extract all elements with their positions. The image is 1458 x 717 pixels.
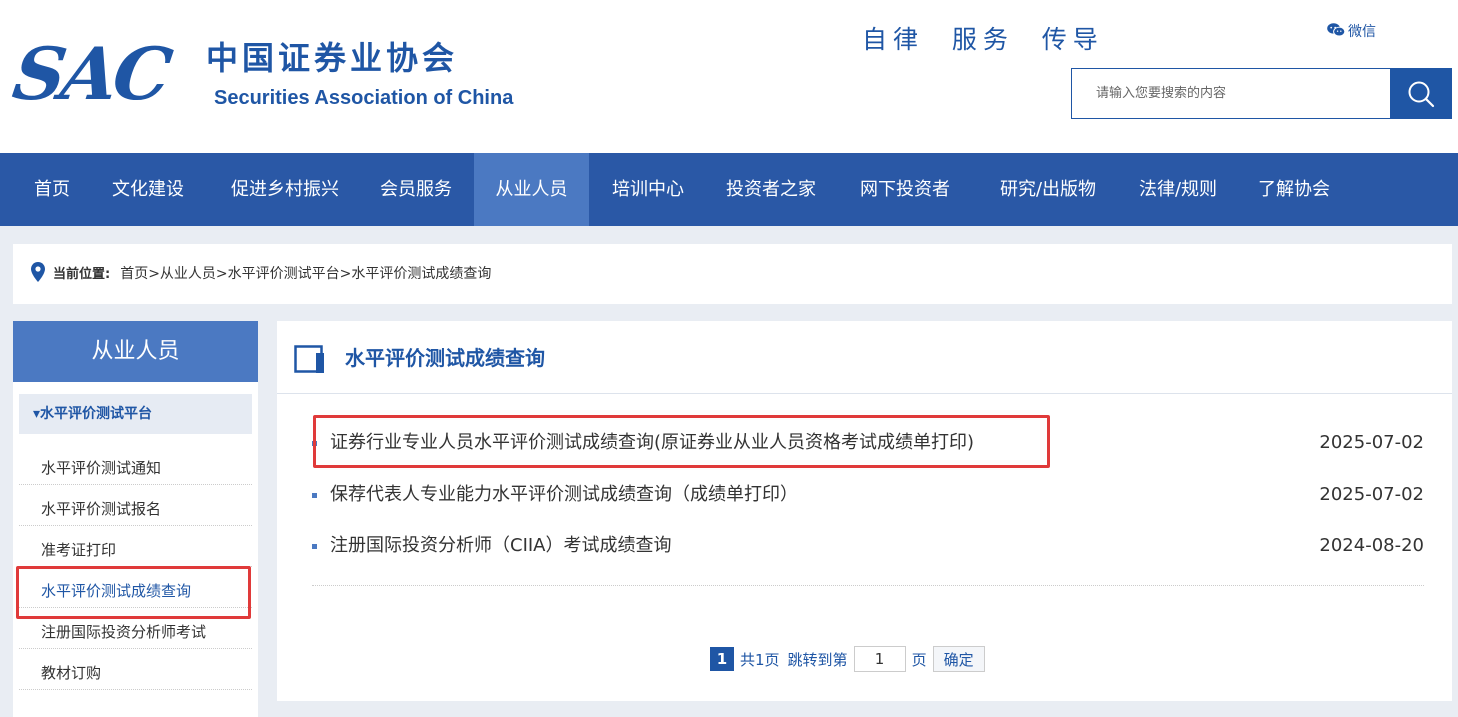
jump-label: 跳转到第 (787, 650, 848, 669)
logo-mark[interactable]: SAC (8, 31, 173, 116)
bullet-icon (312, 544, 317, 549)
sidebar-item-score-query[interactable]: 水平评价测试成绩查询 (19, 567, 252, 608)
sidebar-item-test-notice[interactable]: 水平评价测试通知 (19, 444, 252, 485)
nav-item-investors[interactable]: 投资者之家 (708, 153, 834, 226)
page-unit: 页 (911, 650, 927, 669)
list-item[interactable]: 保荐代表人专业能力水平评价测试成绩查询（成绩单打印） 2025-07-02 (312, 480, 1424, 510)
site-header: SAC 中国证券业协会 Securities Association of Ch… (0, 0, 1458, 153)
confirm-button[interactable]: 确定 (932, 646, 985, 672)
breadcrumb: 当前位置: 首页>从业人员>水平评价测试平台>水平评价测试成绩查询 (13, 244, 1452, 304)
search-button[interactable] (1390, 68, 1452, 119)
list-item-title[interactable]: 保荐代表人专业能力水平评价测试成绩查询（成绩单打印） (330, 480, 798, 510)
list-item-title[interactable]: 注册国际投资分析师（CIIA）考试成绩查询 (330, 531, 672, 561)
nav-item-culture[interactable]: 文化建设 (90, 153, 206, 226)
logo-english-name[interactable]: Securities Association of China (214, 86, 513, 110)
list-item-date: 2024-08-20 (1319, 535, 1424, 556)
sidebar-item-ciia-exam[interactable]: 注册国际投资分析师考试 (19, 608, 252, 649)
total-pages: 共1页 (740, 650, 780, 669)
list-item[interactable]: 注册国际投资分析师（CIIA）考试成绩查询 2024-08-20 (312, 531, 1424, 561)
current-page[interactable]: 1 (710, 647, 734, 671)
logo-chinese-name[interactable]: 中国证券业协会 (206, 40, 458, 76)
wechat-label: 微信 (1348, 24, 1376, 40)
pagination: 1 共1页 跳转到第 页 确定 (710, 646, 985, 672)
content-header: 水平评价测试成绩查询 (277, 321, 1452, 394)
section-box-icon (294, 345, 324, 373)
nav-item-home[interactable]: 首页 (18, 153, 86, 226)
sidebar-item-textbook-order[interactable]: 教材订购 (19, 649, 252, 690)
nav-item-member-service[interactable]: 会员服务 (362, 153, 470, 226)
list-item[interactable]: 证券行业专业人员水平评价测试成绩查询(原证券业从业人员资格考试成绩单打印) 20… (312, 428, 1424, 458)
main-nav: 首页 文化建设 促进乡村振兴 会员服务 从业人员 培训中心 投资者之家 网下投资… (0, 153, 1458, 226)
list-divider (312, 585, 1424, 586)
breadcrumb-label: 当前位置: (53, 267, 111, 282)
list-item-title[interactable]: 证券行业专业人员水平评价测试成绩查询(原证券业从业人员资格考试成绩单打印) (330, 428, 974, 458)
slogan: 自律 服务 传导 (862, 25, 1104, 54)
nav-item-offline-investors[interactable]: 网下投资者 (842, 153, 968, 226)
nav-item-rural[interactable]: 促进乡村振兴 (210, 153, 360, 226)
breadcrumb-path[interactable]: 首页>从业人员>水平评价测试平台>水平评价测试成绩查询 (120, 266, 491, 282)
search-input[interactable] (1071, 68, 1391, 119)
sidebar: 从业人员 ▾水平评价测试平台 水平评价测试通知 水平评价测试报名 准考证打印 水… (13, 321, 258, 717)
list-item-date: 2025-07-02 (1319, 484, 1424, 505)
list-item-date: 2025-07-02 (1319, 432, 1424, 453)
sidebar-list: 水平评价测试通知 水平评价测试报名 准考证打印 水平评价测试成绩查询 注册国际投… (19, 444, 252, 690)
wechat-link[interactable]: 微信 (1326, 22, 1376, 42)
sidebar-group-test-platform[interactable]: ▾水平评价测试平台 (19, 394, 252, 434)
nav-item-research[interactable]: 研究/出版物 (978, 153, 1118, 226)
bullet-icon (312, 441, 317, 446)
sidebar-title: 从业人员 (13, 321, 258, 382)
search-icon (1408, 81, 1435, 107)
sidebar-item-admission-print[interactable]: 准考证打印 (19, 526, 252, 567)
page-number-input[interactable] (853, 646, 906, 672)
nav-item-practitioners[interactable]: 从业人员 (474, 153, 589, 226)
content-panel: 水平评价测试成绩查询 证券行业专业人员水平评价测试成绩查询(原证券业从业人员资格… (277, 321, 1452, 701)
sidebar-item-test-registration[interactable]: 水平评价测试报名 (19, 485, 252, 526)
nav-item-about[interactable]: 了解协会 (1240, 153, 1348, 226)
wechat-icon (1327, 23, 1346, 37)
page-title: 水平评价测试成绩查询 (345, 346, 545, 370)
nav-item-training[interactable]: 培训中心 (592, 153, 704, 226)
nav-item-law[interactable]: 法律/规则 (1122, 153, 1234, 226)
location-pin-icon (31, 262, 45, 282)
bullet-icon (312, 493, 317, 498)
